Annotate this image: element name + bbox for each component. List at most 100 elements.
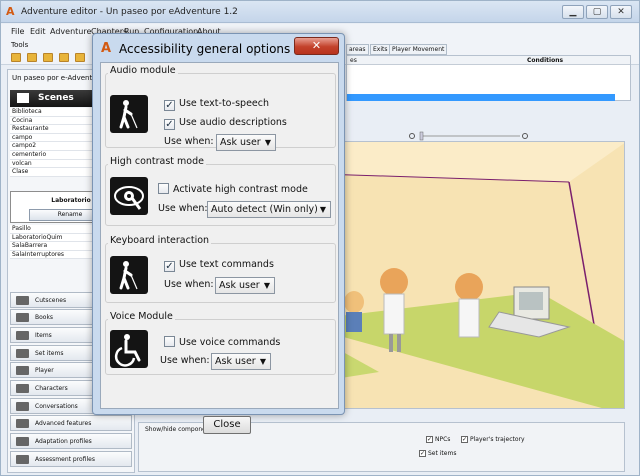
dialog-close-x-button[interactable]: ✕ bbox=[294, 37, 339, 55]
dialog-title: Accessibility general options bbox=[119, 42, 291, 56]
audio-descriptions-label: Use audio descriptions bbox=[179, 117, 287, 128]
close-button[interactable]: Close bbox=[203, 416, 251, 434]
zoom-slider[interactable] bbox=[408, 131, 528, 141]
voice-module-title: Voice Module bbox=[108, 311, 175, 322]
chevron-down-icon: ▼ bbox=[263, 281, 270, 290]
assessment-profiles-label: Assessment profiles bbox=[35, 456, 95, 463]
selected-table-row[interactable] bbox=[347, 94, 615, 101]
minimize-button[interactable]: ▁ bbox=[562, 5, 584, 19]
menu-edit[interactable]: Edit bbox=[30, 27, 46, 36]
text-to-speech-checkbox[interactable]: ✓ Use text-to-speech bbox=[164, 98, 269, 111]
save-icon[interactable] bbox=[43, 53, 53, 62]
audio-module-group: Audio module ✓ Use text-to-speech ✓ Use au… bbox=[105, 65, 336, 151]
voice-use-when-label: Use when: bbox=[160, 355, 210, 366]
window-close-button[interactable]: ✕ bbox=[610, 5, 632, 19]
voice-commands-checkbox[interactable]: Use voice commands bbox=[164, 336, 280, 348]
new-file-icon[interactable] bbox=[11, 53, 21, 62]
items-label: Items bbox=[35, 332, 52, 339]
zoom-slider-graphic bbox=[409, 131, 528, 141]
tab-areas[interactable]: areas bbox=[346, 44, 369, 55]
window-title: Adventure editor - Un paseo por eAdventu… bbox=[21, 7, 238, 17]
scene-tabs: areas Exits Player Movement bbox=[346, 44, 471, 55]
conversations-icon bbox=[16, 402, 29, 411]
items-icon bbox=[16, 331, 29, 340]
keyboard-use-when-value: Ask user bbox=[219, 280, 260, 291]
undo-icon[interactable] bbox=[59, 53, 69, 62]
assessment-profiles-button[interactable]: Assessment profiles bbox=[10, 451, 132, 467]
keyboard-use-when-label: Use when: bbox=[164, 279, 214, 290]
window-titlebar: A Adventure editor - Un paseo por eAdven… bbox=[1, 1, 639, 23]
voice-use-when-select[interactable]: Ask user ▼ bbox=[211, 353, 271, 370]
books-label: Books bbox=[35, 314, 54, 321]
cutscenes-label: Cutscenes bbox=[35, 297, 67, 304]
maximize-button[interactable]: ▢ bbox=[586, 5, 608, 19]
conversations-label: Conversations bbox=[35, 403, 78, 410]
characters-label: Characters bbox=[35, 385, 68, 392]
chevron-down-icon: ▼ bbox=[264, 138, 271, 147]
contrast-use-when-value: Auto detect (Win only) bbox=[211, 204, 318, 215]
text-commands-label: Use text commands bbox=[179, 259, 274, 270]
keyboard-use-when-select[interactable]: Ask user ▼ bbox=[215, 277, 275, 294]
npcs-checkbox[interactable]: ✓ NPCs bbox=[426, 436, 450, 443]
dialog-body: Audio module ✓ Use text-to-speech ✓ Use au… bbox=[100, 62, 339, 434]
tools-label: Tools bbox=[11, 41, 29, 49]
text-commands-checkbox[interactable]: ✓ Use text commands bbox=[164, 259, 274, 272]
scenes-header-label: Scenes bbox=[38, 93, 74, 103]
checkbox-icon: ✓ bbox=[419, 450, 426, 457]
checkbox-icon: ✓ bbox=[426, 436, 433, 443]
menu-adventure[interactable]: Adventure bbox=[50, 27, 91, 36]
keyboard-interaction-title: Keyboard interaction bbox=[108, 235, 212, 246]
cutscenes-icon bbox=[16, 296, 29, 305]
set-items-label: Set items bbox=[35, 350, 64, 357]
npcs-label: NPCs bbox=[435, 436, 451, 443]
high-contrast-checkbox[interactable]: Activate high contrast mode bbox=[158, 183, 308, 195]
adaptation-profiles-label: Adaptation profiles bbox=[35, 438, 92, 445]
table-header: es Conditions bbox=[347, 56, 630, 65]
character-scientist-2 bbox=[455, 273, 483, 338]
high-contrast-eye-icon bbox=[110, 177, 148, 215]
keyboard-interaction-group: Keyboard interaction ✓ Use text commands … bbox=[105, 235, 336, 303]
checkbox-checked-icon: ✓ bbox=[164, 261, 175, 272]
voice-use-when-value: Ask user bbox=[215, 356, 256, 367]
audio-descriptions-checkbox[interactable]: ✓ Use audio descriptions bbox=[164, 117, 287, 130]
adventure-name: Un paseo por e-Adventure bbox=[12, 74, 104, 82]
audio-use-when-label: Use when: bbox=[164, 136, 214, 147]
contrast-use-when-label: Use when: bbox=[158, 203, 208, 214]
audio-use-when-select[interactable]: Ask user ▼ bbox=[216, 134, 276, 151]
characters-icon bbox=[16, 384, 29, 393]
books-icon bbox=[16, 313, 29, 322]
blind-person-icon bbox=[110, 95, 148, 133]
adaptation-profiles-button[interactable]: Adaptation profiles bbox=[10, 433, 132, 449]
tab-player-movement[interactable]: Player Movement bbox=[389, 44, 448, 55]
trajectory-checkbox[interactable]: ✓ Player's trajectory bbox=[461, 436, 525, 443]
advanced-features-button[interactable]: Advanced features bbox=[10, 415, 132, 431]
checkbox-unchecked-icon bbox=[164, 336, 175, 347]
voice-commands-label: Use voice commands bbox=[179, 337, 281, 348]
set-items-icon bbox=[16, 349, 29, 358]
set-items-show-label: Set items bbox=[428, 450, 457, 457]
adaptation-profiles-icon bbox=[16, 437, 29, 446]
accessibility-options-dialog: A Accessibility general options ✕ Audio … bbox=[92, 33, 345, 434]
redo-icon[interactable] bbox=[75, 53, 85, 62]
menu-file[interactable]: File bbox=[11, 27, 24, 36]
audio-use-when-value: Ask user bbox=[220, 137, 261, 148]
advanced-features-label: Advanced features bbox=[35, 420, 92, 427]
chevron-down-icon: ▼ bbox=[319, 205, 326, 214]
checkbox-checked-icon: ✓ bbox=[164, 119, 175, 130]
player-label: Player bbox=[35, 367, 54, 374]
checkbox-unchecked-icon bbox=[158, 183, 169, 194]
checkbox-checked-icon: ✓ bbox=[164, 100, 175, 111]
assessment-profiles-icon bbox=[16, 455, 29, 464]
app-logo-icon: A bbox=[101, 41, 112, 56]
app-logo-icon: A bbox=[6, 5, 15, 18]
set-items-checkbox[interactable]: ✓ Set items bbox=[419, 450, 456, 457]
tab-exits[interactable]: Exits bbox=[370, 44, 391, 55]
player-icon bbox=[16, 366, 29, 375]
conditions-column-header: Conditions bbox=[527, 57, 564, 64]
column-header: es bbox=[350, 57, 357, 64]
trajectory-label: Player's trajectory bbox=[470, 436, 525, 443]
chevron-down-icon: ▼ bbox=[259, 357, 266, 366]
contrast-use-when-select[interactable]: Auto detect (Win only) ▼ bbox=[207, 201, 331, 218]
wheelchair-icon bbox=[110, 330, 148, 368]
open-folder-icon[interactable] bbox=[27, 53, 37, 62]
